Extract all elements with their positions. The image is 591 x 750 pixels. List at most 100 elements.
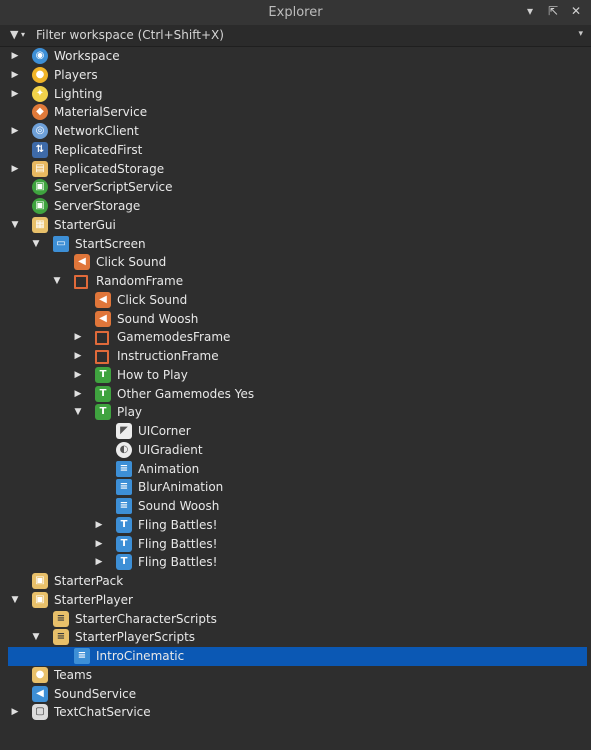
caret-right-icon[interactable]: ▶ <box>10 163 20 175</box>
textlabel-icon: T <box>116 516 132 533</box>
caret-right-icon[interactable]: ▶ <box>73 331 83 343</box>
tree-item-label: TextChatService <box>54 705 151 720</box>
tree-row[interactable]: ▼ ▭ StartScreen <box>0 235 591 254</box>
tree-item-label: ServerStorage <box>54 199 141 213</box>
tree-item-label: Click Sound <box>96 255 167 270</box>
filter-bar: ▼ ▾ ▾ <box>0 25 591 47</box>
tree-row[interactable]: ▣ StarterPack <box>0 572 591 591</box>
tree-item-label: Lighting <box>54 86 103 101</box>
tree-row[interactable]: ▶ T How to Play <box>0 366 591 385</box>
close-icon[interactable]: ✕ <box>569 4 583 18</box>
tree-row[interactable]: ◤ UICorner <box>0 422 591 441</box>
tree-item-label: UICorner <box>138 424 191 438</box>
caret-right-icon[interactable]: ▶ <box>10 706 20 718</box>
tree-item-label: UIGradient <box>138 442 203 457</box>
tree-row[interactable]: ◀ Sound Woosh <box>0 310 591 329</box>
caret-right-icon[interactable]: ▶ <box>10 69 20 81</box>
localscript-icon: ≡ <box>116 460 132 477</box>
caret-right-icon[interactable]: ▶ <box>73 369 83 381</box>
tree-row[interactable]: ≡ Animation <box>0 460 591 479</box>
caret-right-icon[interactable]: ▶ <box>10 50 20 62</box>
tree-item-label: Fling Battles! <box>138 536 218 551</box>
filter-icon[interactable]: ▼ <box>10 28 18 41</box>
textbutton-icon: T <box>95 366 111 383</box>
tree-row[interactable]: ▶ T Fling Battles! <box>0 553 591 572</box>
tree-row[interactable]: ▶ ▢ TextChatService <box>0 703 591 722</box>
caret-right-icon[interactable]: ▶ <box>94 556 104 568</box>
scrollbar-track[interactable] <box>587 47 591 750</box>
tree-row[interactable]: ▼ ≡ StarterPlayerScripts <box>0 628 591 647</box>
starter-scripts-folder-icon: ≡ <box>53 610 69 627</box>
tree-row[interactable]: ● Teams <box>0 666 591 685</box>
tree-row[interactable]: ▼ RandomFrame <box>0 272 591 291</box>
tree-item-label: StarterGui <box>54 217 116 232</box>
caret-down-icon[interactable]: ▼ <box>10 219 20 231</box>
tree-row[interactable]: ▶ ◉ Workspace <box>0 47 591 66</box>
material-service-icon: ◆ <box>32 104 48 121</box>
starter-pack-icon: ▣ <box>32 573 48 589</box>
caret-down-icon[interactable]: ▼ <box>31 631 41 643</box>
tree-row[interactable]: ▣ ServerScriptService <box>0 178 591 197</box>
caret-down-icon[interactable]: ▼ <box>73 406 83 418</box>
tree-item-label: ReplicatedStorage <box>54 161 165 176</box>
tree-row[interactable]: ▶ ▤ ReplicatedStorage <box>0 160 591 179</box>
tree-row[interactable]: ▶ T Fling Battles! <box>0 535 591 554</box>
tree-row[interactable]: ▼ ▦ StarterGui <box>0 216 591 235</box>
tree-item-label: Workspace <box>54 49 120 63</box>
tree-row[interactable]: ◀ SoundService <box>0 685 591 704</box>
tree-item-label: Click Sound <box>117 292 188 307</box>
filter-history-chevron-icon[interactable]: ▾ <box>578 29 583 39</box>
tree-row[interactable]: ▶ ◎ NetworkClient <box>0 122 591 141</box>
tree-item-label: StarterCharacterScripts <box>75 611 217 626</box>
titlebar-icons: ▾ ⇱ ✕ <box>523 4 583 18</box>
sound-icon: ◀ <box>74 254 90 271</box>
caret-down-icon[interactable]: ▼ <box>52 275 62 287</box>
tree-item-label: ReplicatedFirst <box>54 142 143 157</box>
tree-row[interactable]: ≡ BlurAnimation <box>0 478 591 497</box>
tree-row[interactable]: ▶ T Fling Battles! <box>0 516 591 535</box>
dropdown-icon[interactable]: ▾ <box>523 4 537 18</box>
replicated-storage-icon: ▤ <box>32 160 48 177</box>
tree-item-label: Play <box>117 405 143 420</box>
server-script-service-icon: ▣ <box>32 179 48 196</box>
caret-right-icon[interactable]: ▶ <box>10 125 20 137</box>
tree-row[interactable]: ▣ ServerStorage <box>0 197 591 216</box>
tree-row[interactable]: ◆ MaterialService <box>0 103 591 122</box>
sound-icon: ◀ <box>95 291 111 308</box>
caret-right-icon[interactable]: ▶ <box>94 538 104 550</box>
filter-options-chevron-icon[interactable]: ▾ <box>21 30 25 39</box>
tree-item-label: BlurAnimation <box>138 480 224 495</box>
tree-row[interactable]: ◀ Click Sound <box>0 291 591 310</box>
panel-title: Explorer <box>268 5 323 20</box>
caret-right-icon[interactable]: ▶ <box>73 350 83 362</box>
workspace-icon: ◉ <box>32 48 48 64</box>
tree-row[interactable]: ▼ ▣ StarterPlayer <box>0 591 591 610</box>
textlabel-icon: T <box>116 554 132 571</box>
tree-item-label: InstructionFrame <box>117 349 219 363</box>
server-storage-icon: ▣ <box>32 198 48 214</box>
tree-row[interactable]: ▶ T Other Gamemodes Yes <box>0 385 591 404</box>
tree-item-label: SoundService <box>54 686 137 701</box>
tree-row[interactable]: ≡ Sound Woosh <box>0 497 591 516</box>
tree-row[interactable]: ◐ UIGradient <box>0 441 591 460</box>
tree-row[interactable]: ▶ ✦ Lighting <box>0 85 591 104</box>
tree-row[interactable]: ≡ IntroCinematic <box>8 647 591 666</box>
caret-right-icon[interactable]: ▶ <box>94 519 104 531</box>
tree-row[interactable]: ≡ StarterCharacterScripts <box>0 610 591 629</box>
caret-right-icon[interactable]: ▶ <box>10 88 20 100</box>
tree-row[interactable]: ▶ ● Players <box>0 66 591 85</box>
tree-row[interactable]: ◀ Click Sound <box>0 253 591 272</box>
tree-row[interactable]: ⇅ ReplicatedFirst <box>0 141 591 160</box>
tree-row[interactable]: ▼ T Play <box>0 403 591 422</box>
teams-icon: ● <box>32 666 48 683</box>
caret-right-icon[interactable]: ▶ <box>73 388 83 400</box>
caret-down-icon[interactable]: ▼ <box>31 238 41 250</box>
tree-row[interactable]: ▶ InstructionFrame <box>0 347 591 366</box>
starter-player-icon: ▣ <box>32 591 48 608</box>
tree-row[interactable]: ▶ GamemodesFrame <box>0 328 591 347</box>
caret-down-icon[interactable]: ▼ <box>10 594 20 606</box>
undock-icon[interactable]: ⇱ <box>546 4 560 18</box>
localscript-icon: ≡ <box>116 479 132 496</box>
filter-workspace-input[interactable] <box>36 26 556 44</box>
starter-gui-icon: ▦ <box>32 216 48 233</box>
